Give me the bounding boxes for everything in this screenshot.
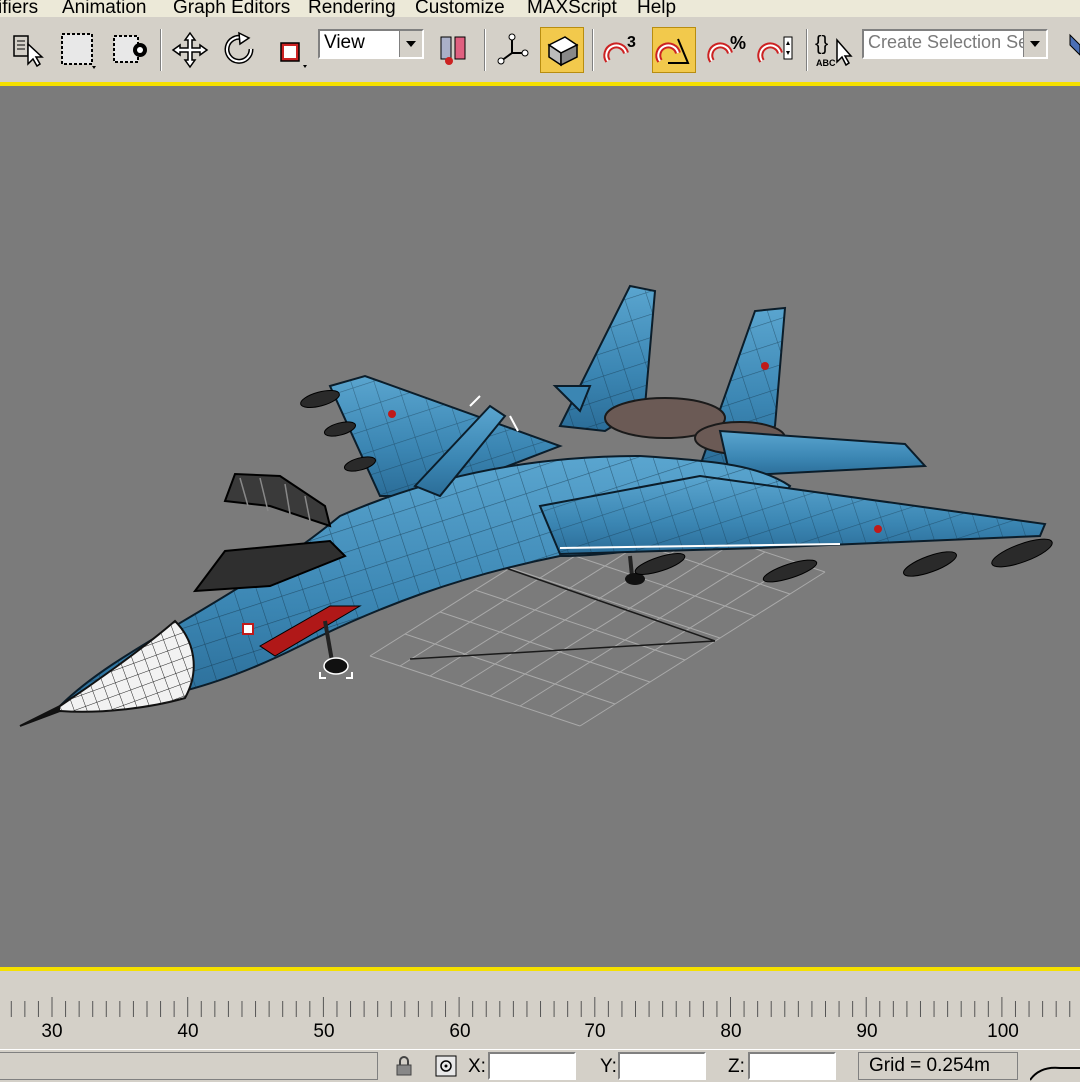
- named-selection-icon: {} ABC: [815, 33, 853, 68]
- percent-snap-toggle-button[interactable]: %: [704, 27, 748, 73]
- rotate-icon: [224, 31, 254, 64]
- scale-icon: [280, 42, 307, 68]
- select-object-icon: [13, 35, 44, 68]
- z-coordinate-field[interactable]: [748, 1052, 836, 1080]
- chevron-down-icon: [1023, 31, 1046, 57]
- select-and-rotate-button[interactable]: [218, 27, 262, 73]
- angle-snap-icon: [655, 38, 690, 64]
- reference-coordinate-dropdown[interactable]: View: [318, 29, 424, 59]
- timeline-tick-label: 90: [856, 1021, 878, 1042]
- use-pivot-center-button[interactable]: [432, 27, 476, 73]
- lock-icon[interactable]: [392, 1054, 416, 1078]
- window-crossing-button[interactable]: [108, 27, 152, 73]
- menu-help[interactable]: Help: [637, 0, 676, 17]
- magnet-snap-icon: 3: [603, 34, 636, 63]
- timeline-ruler: [10, 997, 1071, 1017]
- svg-text:ABC: ABC: [816, 58, 836, 68]
- x-coordinate-field[interactable]: [488, 1052, 576, 1080]
- toolbar-separator: [806, 29, 808, 71]
- menu-rendering[interactable]: Rendering: [308, 0, 396, 17]
- main-toolbar: View 3 % {} ABC Create Selection Set: [0, 17, 1080, 82]
- window-crossing-icon: [113, 35, 147, 63]
- timeline-tick-label: 80: [720, 1021, 742, 1042]
- named-selection-set-dropdown[interactable]: Create Selection Set: [862, 29, 1048, 59]
- menu-bar: ifiers Animation Graph Editors Rendering…: [0, 0, 1080, 17]
- svg-text:%: %: [730, 33, 746, 53]
- toolbar-separator: [160, 29, 162, 71]
- toolbar-separator: [484, 29, 486, 71]
- menu-modifiers[interactable]: ifiers: [0, 0, 38, 17]
- toolbar-separator: [592, 29, 594, 71]
- x-coordinate-label: X:: [468, 1056, 486, 1077]
- select-and-manipulate-button[interactable]: [490, 27, 534, 73]
- edit-named-selection-button[interactable]: {} ABC: [812, 27, 856, 73]
- reference-coordinate-value: View: [324, 32, 365, 53]
- y-coordinate-field[interactable]: [618, 1052, 706, 1080]
- menu-animation[interactable]: Animation: [62, 0, 147, 17]
- spinner-snap-icon: [757, 36, 793, 63]
- mirror-button[interactable]: [1060, 27, 1080, 73]
- prompt-line: [0, 1052, 378, 1080]
- keyboard-shortcut-icon: [547, 36, 579, 67]
- z-coordinate-label: Z:: [728, 1056, 745, 1077]
- chevron-down-icon: [399, 31, 422, 57]
- move-icon: [171, 31, 209, 69]
- keyboard-shortcut-override-button[interactable]: [540, 27, 584, 73]
- perspective-viewport[interactable]: [0, 86, 1080, 967]
- timeline-tick-label: 100: [987, 1021, 1019, 1042]
- menu-graph-editors[interactable]: Graph Editors: [173, 0, 290, 17]
- timeline-tick-label: 40: [177, 1021, 199, 1042]
- scene-render: [19, 284, 1053, 727]
- time-tag-icon[interactable]: [1030, 1060, 1080, 1082]
- named-selection-set-placeholder: Create Selection Set: [868, 32, 1034, 52]
- y-coordinate-label: Y:: [600, 1056, 617, 1077]
- timeline-tick-label: 70: [584, 1021, 606, 1042]
- timeline-tick-label: 60: [449, 1021, 471, 1042]
- menu-maxscript[interactable]: MAXScript: [527, 0, 617, 17]
- select-object-button[interactable]: [6, 27, 50, 73]
- spinner-snap-toggle-button[interactable]: [754, 27, 798, 73]
- manipulate-icon: [497, 33, 529, 65]
- grid-spacing-readout: Grid = 0.254m: [858, 1052, 1018, 1080]
- timeline[interactable]: 30 40 50 60 70 80 90 100: [0, 971, 1080, 1049]
- rectangle-selection-button[interactable]: [56, 27, 100, 73]
- select-and-move-button[interactable]: [168, 27, 212, 73]
- angle-snap-toggle-button[interactable]: [652, 27, 696, 73]
- status-bar: X: Y: Z: Grid = 0.254m: [0, 1049, 1080, 1081]
- rectangle-selection-icon: [61, 33, 96, 69]
- snap-dimension-label: 3: [627, 34, 636, 51]
- menu-customize[interactable]: Customize: [415, 0, 505, 17]
- pivot-center-icon: [440, 36, 466, 65]
- timeline-tick-label: 50: [313, 1021, 335, 1042]
- svg-text:{}: {}: [815, 33, 829, 55]
- select-and-scale-button[interactable]: [268, 27, 312, 73]
- absolute-mode-transform-icon[interactable]: [434, 1054, 458, 1078]
- timeline-tick-label: 30: [41, 1021, 63, 1042]
- percent-snap-icon: %: [707, 33, 746, 63]
- mirror-icon: [1069, 33, 1080, 56]
- snaps-toggle-button[interactable]: 3: [598, 27, 642, 73]
